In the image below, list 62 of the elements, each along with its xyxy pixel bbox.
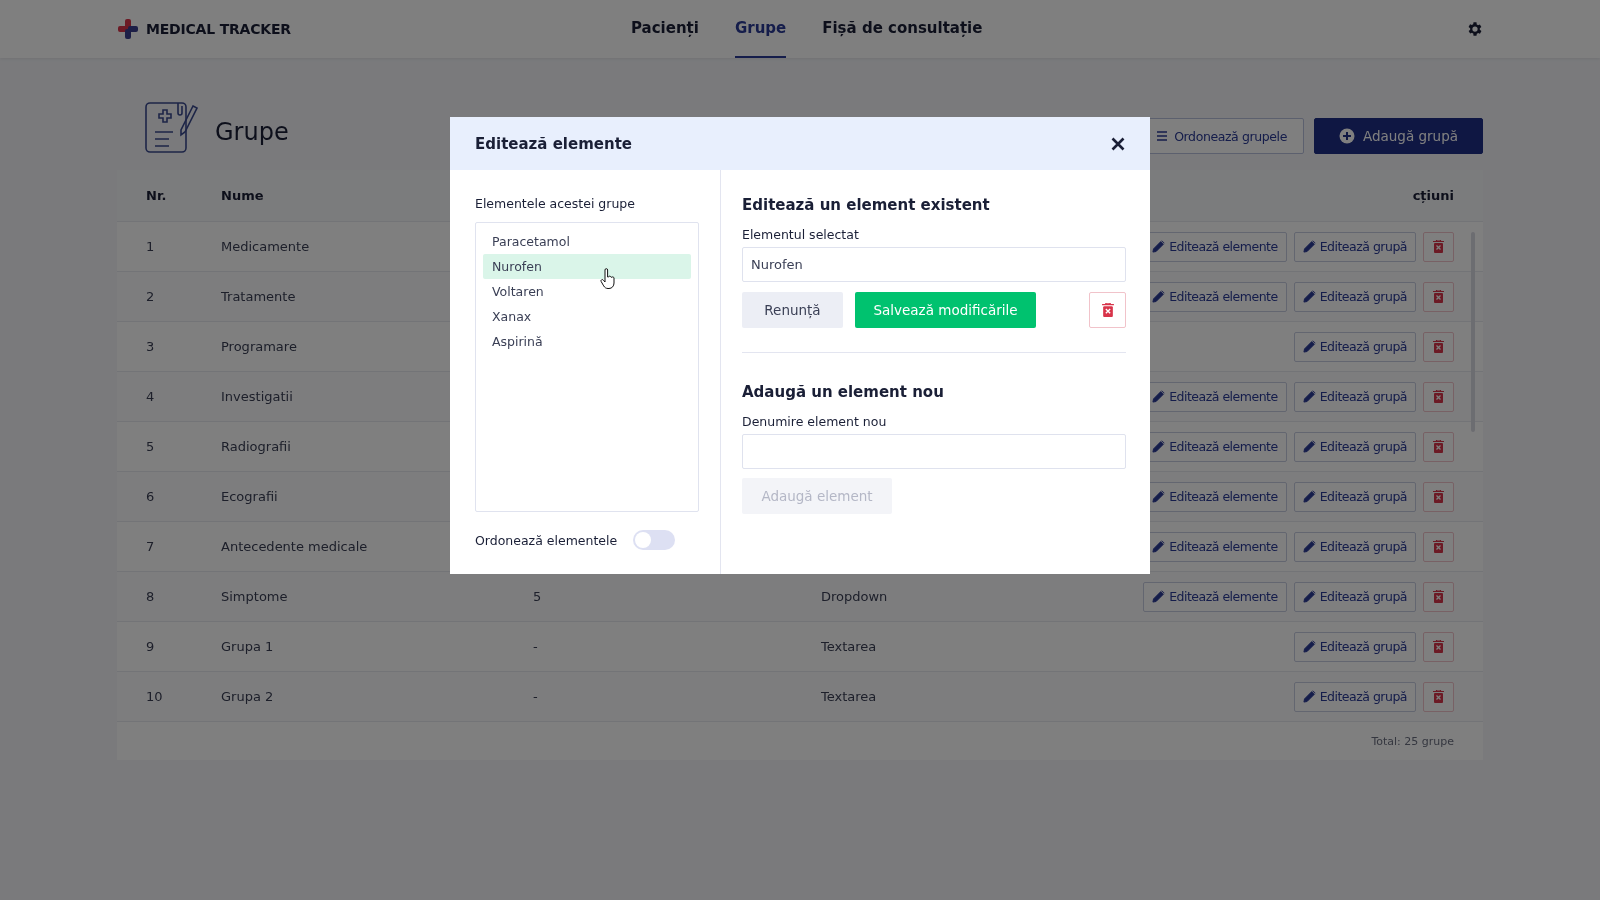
field-label: Elementul selectat <box>742 227 860 242</box>
table-cell: Simptome <box>221 589 288 604</box>
table-cell: Medicamente <box>221 239 310 254</box>
edit-group-button[interactable]: Editează grupă <box>1293 281 1416 312</box>
table-cell: Tratamente <box>221 289 296 304</box>
table-cell: Grupa 2 <box>221 689 274 704</box>
nav-tab[interactable]: Fișă de consultație <box>822 0 983 58</box>
nav-tab[interactable]: Pacienți <box>631 0 699 58</box>
edit-group-button[interactable]: Editează grupă <box>1293 581 1416 612</box>
selected-element-field[interactable]: Nurofen <box>742 247 1126 282</box>
table-cell: 6 <box>146 489 155 504</box>
table-cell: Textarea <box>821 689 877 704</box>
column-header: cțiuni <box>1412 188 1454 203</box>
add-group-button[interactable]: Adaugă grupă <box>1313 118 1483 154</box>
app-logo-text: MEDICAL TRACKER <box>146 21 291 37</box>
table-cell: 5 <box>533 589 542 604</box>
table-cell: 9 <box>146 639 155 654</box>
section-heading: Editează un element existent <box>742 196 991 214</box>
table-cell: 4 <box>146 389 155 404</box>
table-cell: Textarea <box>821 639 877 654</box>
toggle-label: Ordonează elementele <box>475 532 618 548</box>
table-cell: Antecedente medicale <box>221 539 368 554</box>
field-label: Denumire element nou <box>742 414 888 429</box>
table-cell: 2 <box>146 289 155 304</box>
total-count: Total: 25 grupe <box>1371 734 1454 748</box>
page-title: Grupe <box>215 118 289 146</box>
table-cell: Investigatii <box>221 389 293 404</box>
edit-group-button[interactable]: Editează grupă <box>1293 631 1416 662</box>
table-cell: 7 <box>146 539 155 554</box>
table-cell: Dropdown <box>821 589 888 604</box>
edit-group-button[interactable]: Editează grupă <box>1293 481 1416 512</box>
list-item[interactable]: Voltaren <box>483 279 691 304</box>
table-cell: - <box>533 639 538 654</box>
edit-group-button[interactable]: Editează grupă <box>1293 531 1416 562</box>
list-item[interactable]: Xanax <box>483 304 691 329</box>
edit-elements-button[interactable]: Editează elemente <box>1143 581 1287 612</box>
edit-group-button[interactable]: Editează grupă <box>1293 331 1416 362</box>
table-cell: Radiografii <box>221 439 291 454</box>
table-cell: 3 <box>146 339 155 354</box>
edit-group-button[interactable]: Editează grupă <box>1293 231 1416 262</box>
table-cell: Ecografii <box>221 489 278 504</box>
edit-group-button[interactable]: Editează grupă <box>1293 431 1416 462</box>
table-cell: 1 <box>146 239 155 254</box>
table-cell: 8 <box>146 589 155 604</box>
table-cell: 5 <box>146 439 155 454</box>
cancel-button[interactable]: Renunță <box>742 292 843 328</box>
list-label: Elementele acestei grupe <box>475 196 636 211</box>
table-cell: 10 <box>146 689 163 704</box>
nav-tab[interactable]: Grupe <box>734 0 787 58</box>
dialog-title: Editează elemente <box>475 134 632 153</box>
column-header: Nr. <box>146 188 167 203</box>
table-cell: Grupa 1 <box>221 639 274 654</box>
table-cell: Programare <box>221 339 297 354</box>
list-item[interactable]: Nurofen <box>483 254 691 279</box>
list-item[interactable]: Aspirină <box>483 329 691 354</box>
section-heading: Adaugă un element nou <box>742 383 945 401</box>
save-changes-button[interactable]: Salvează modificările <box>855 292 1036 328</box>
edit-group-button[interactable]: Editează grupă <box>1293 381 1416 412</box>
column-header: Nume <box>221 188 264 203</box>
list-item[interactable]: Paracetamol <box>483 229 691 254</box>
edit-group-button[interactable]: Editează grupă <box>1293 681 1416 712</box>
table-cell: - <box>533 689 538 704</box>
